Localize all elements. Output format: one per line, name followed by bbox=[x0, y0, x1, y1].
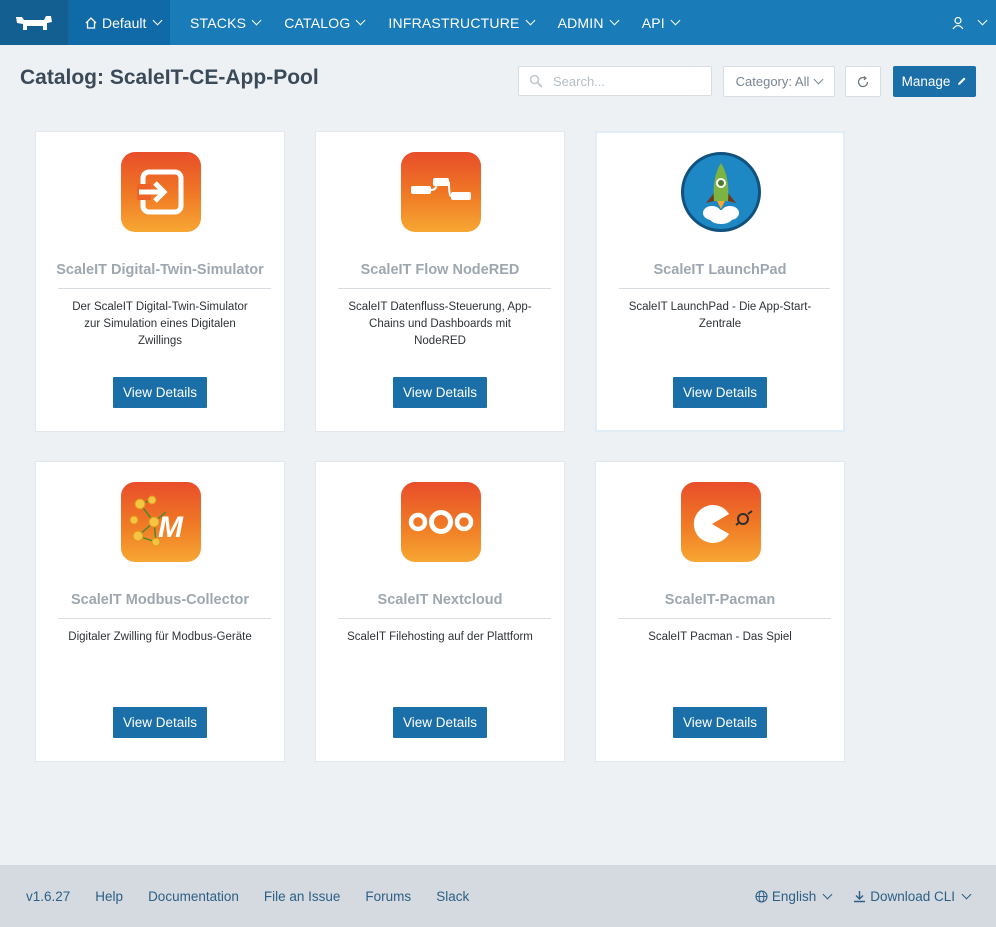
rancher-logo[interactable] bbox=[0, 0, 68, 45]
svg-text:M: M bbox=[158, 511, 184, 544]
view-details-button[interactable]: View Details bbox=[673, 707, 767, 738]
chevron-down-icon bbox=[355, 15, 366, 26]
nav-item-label: CATALOG bbox=[284, 14, 351, 31]
catalog-card: ScaleIT Digital-Twin-Simulator Der Scale… bbox=[35, 131, 285, 432]
nav-item-stacks[interactable]: STACKS bbox=[190, 14, 262, 31]
card-description: ScaleIT Datenfluss-Steuerung, App-Chains… bbox=[348, 301, 532, 347]
card-description: ScaleIT LaunchPad - Die App-Start-Zentra… bbox=[628, 301, 812, 330]
card-description: ScaleIT Pacman - Das Spiel bbox=[648, 631, 792, 643]
login-arrow-icon bbox=[121, 152, 201, 232]
card-divider bbox=[338, 618, 551, 619]
rocket-icon bbox=[681, 152, 761, 232]
chevron-down-icon bbox=[813, 74, 824, 85]
category-select[interactable]: Category: All bbox=[723, 66, 835, 97]
catalog-card: ScaleIT Nextcloud ScaleIT Filehosting au… bbox=[315, 461, 565, 762]
language-selector[interactable]: English bbox=[755, 888, 833, 904]
user-menu[interactable] bbox=[951, 0, 988, 45]
footer-link-help[interactable]: Help bbox=[95, 889, 123, 904]
nav-item-admin[interactable]: ADMIN bbox=[557, 14, 620, 31]
chevron-down-icon bbox=[977, 15, 988, 26]
card-title: ScaleIT Nextcloud bbox=[377, 592, 503, 608]
footer-right: English Download CLI bbox=[755, 865, 972, 927]
nav-item-infrastructure[interactable]: INFRASTRUCTURE bbox=[388, 14, 536, 31]
environment-label: Default bbox=[102, 14, 147, 31]
chevron-down-icon bbox=[152, 15, 163, 26]
search-icon bbox=[529, 74, 543, 88]
card-description: Der ScaleIT Digital-Twin-Simulator zur S… bbox=[72, 301, 248, 347]
chevron-down-icon bbox=[525, 15, 536, 26]
modbus-network-icon: M bbox=[121, 482, 201, 562]
chevron-down-icon bbox=[609, 15, 620, 26]
download-icon bbox=[854, 890, 866, 902]
search-input[interactable] bbox=[553, 73, 693, 89]
chevron-down-icon bbox=[251, 15, 262, 26]
catalog-card: ScaleIT Flow NodeRED ScaleIT Datenfluss-… bbox=[315, 131, 565, 432]
top-nav: Default STACKS CATALOG INFRASTRUCTURE AD… bbox=[0, 0, 996, 45]
pacman-icon bbox=[681, 482, 761, 562]
nav-item-label: ADMIN bbox=[557, 14, 604, 31]
card-divider bbox=[338, 288, 551, 289]
view-details-button[interactable]: View Details bbox=[393, 707, 487, 738]
manage-button[interactable]: Manage bbox=[893, 66, 976, 97]
pencil-icon bbox=[958, 77, 966, 85]
catalog-card: ScaleIT LaunchPad ScaleIT LaunchPad - Di… bbox=[595, 131, 845, 432]
chevron-down-icon bbox=[822, 889, 833, 899]
card-title: ScaleIT-Pacman bbox=[664, 592, 776, 608]
card-description: ScaleIT Filehosting auf der Plattform bbox=[347, 631, 533, 643]
chevron-down-icon bbox=[961, 889, 972, 899]
page-title: Catalog: ScaleIT-CE-App-Pool bbox=[20, 66, 319, 89]
nav-item-label: API bbox=[641, 14, 665, 31]
globe-icon bbox=[755, 889, 768, 903]
environment-switcher[interactable]: Default bbox=[68, 0, 170, 45]
cow-logo-icon bbox=[16, 15, 52, 30]
home-icon bbox=[85, 16, 97, 29]
catalog-card: ScaleIT-Pacman ScaleIT Pacman - Das Spie… bbox=[595, 461, 845, 762]
manage-button-label: Manage bbox=[901, 74, 951, 89]
nextcloud-icon bbox=[401, 482, 481, 562]
card-title: ScaleIT Modbus-Collector bbox=[70, 592, 250, 608]
card-divider bbox=[618, 618, 831, 619]
card-description: Digitaler Zwilling für Modbus-Geräte bbox=[68, 631, 252, 643]
card-divider bbox=[58, 288, 271, 289]
card-title: ScaleIT Flow NodeRED bbox=[360, 262, 520, 278]
footer: v1.6.27 Help Documentation File an Issue… bbox=[0, 865, 996, 927]
card-divider bbox=[58, 618, 271, 619]
download-cli[interactable]: Download CLI bbox=[853, 888, 972, 904]
node-red-flow-icon bbox=[401, 152, 481, 232]
nav-item-api[interactable]: API bbox=[641, 14, 681, 31]
nav-item-catalog[interactable]: CATALOG bbox=[284, 14, 366, 31]
view-details-button[interactable]: View Details bbox=[113, 377, 207, 408]
footer-link-forums[interactable]: Forums bbox=[365, 889, 411, 904]
view-details-button[interactable]: View Details bbox=[113, 707, 207, 738]
card-divider bbox=[619, 288, 830, 289]
nav-item-label: STACKS bbox=[190, 14, 247, 31]
catalog-card: M ScaleIT Modbus-Collector Digitaler Zwi… bbox=[35, 461, 285, 762]
category-select-label: Category: All bbox=[735, 74, 810, 89]
card-title: ScaleIT LaunchPad bbox=[653, 262, 787, 278]
view-details-button[interactable]: View Details bbox=[673, 377, 767, 408]
view-details-button[interactable]: View Details bbox=[393, 377, 487, 408]
footer-link-documentation[interactable]: Documentation bbox=[148, 889, 239, 904]
user-icon bbox=[952, 16, 964, 29]
nav-menu: STACKS CATALOG INFRASTRUCTURE ADMIN API bbox=[190, 0, 703, 45]
nav-item-label: INFRASTRUCTURE bbox=[388, 14, 520, 31]
footer-link-slack[interactable]: Slack bbox=[436, 889, 469, 904]
refresh-icon bbox=[857, 75, 869, 87]
footer-link-file-issue[interactable]: File an Issue bbox=[264, 889, 341, 904]
search-box[interactable] bbox=[518, 66, 712, 96]
download-cli-label: Download CLI bbox=[870, 888, 955, 904]
language-label: English bbox=[771, 888, 817, 904]
chevron-down-icon bbox=[670, 15, 681, 26]
card-title: ScaleIT Digital-Twin-Simulator bbox=[56, 262, 264, 278]
refresh-button[interactable] bbox=[845, 66, 881, 97]
version-label: v1.6.27 bbox=[26, 888, 71, 904]
